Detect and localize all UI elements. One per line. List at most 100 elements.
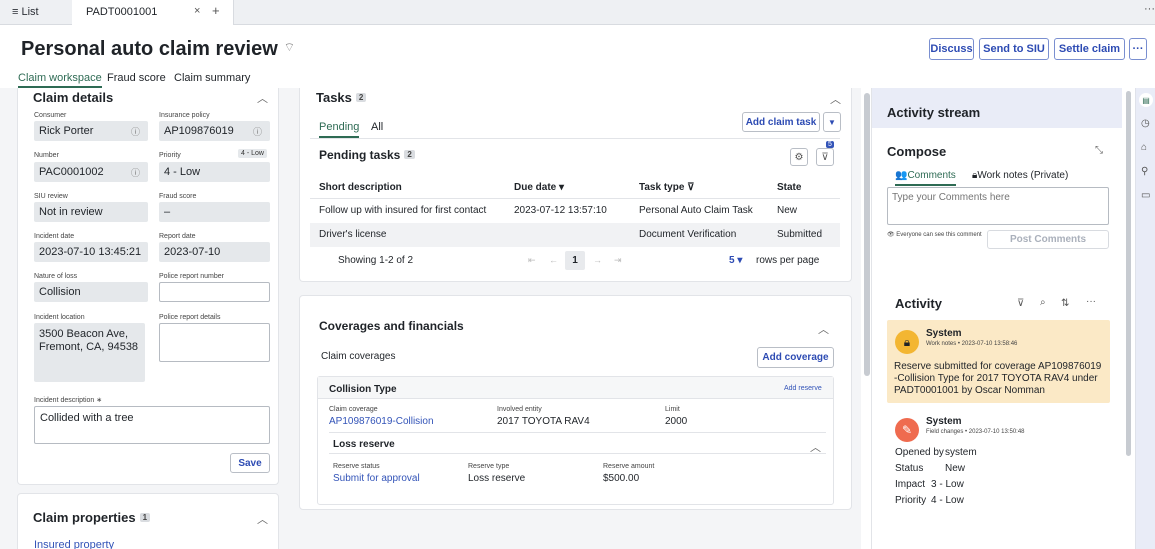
tag-icon[interactable]: ⌔ bbox=[284, 40, 295, 54]
table-row[interactable]: Driver's license Document Verification S… bbox=[310, 223, 840, 247]
tab-comments[interactable]: 👥Comments bbox=[895, 170, 956, 186]
reserve-amount-label: Reserve amount bbox=[603, 463, 655, 470]
column-task-type[interactable]: Task type ⊽ bbox=[639, 182, 695, 193]
header-more-button[interactable]: ··· bbox=[1129, 38, 1147, 60]
add-task-dropdown-icon[interactable]: ▼ bbox=[823, 112, 841, 132]
fraud-field[interactable]: – bbox=[159, 202, 270, 222]
table-row[interactable]: Follow up with insured for first contact… bbox=[310, 199, 840, 223]
policy-label: Insurance policy bbox=[159, 112, 210, 119]
activity-scrollbar[interactable] bbox=[1126, 91, 1131, 456]
tab-claim-summary[interactable]: Claim summary bbox=[174, 72, 250, 84]
more-icon[interactable]: ··· bbox=[1086, 296, 1096, 307]
side-rail: ▤ ◷ ⌂ ⚲ ▭ bbox=[1135, 88, 1155, 549]
task-description-link[interactable]: Driver's license bbox=[319, 229, 386, 240]
clock-rail-icon[interactable]: ◷ bbox=[1141, 118, 1150, 129]
siu-field[interactable]: Not in review bbox=[34, 202, 148, 222]
rows-per-page-label: rows per page bbox=[756, 255, 820, 266]
settle-claim-button[interactable]: Settle claim bbox=[1054, 38, 1125, 60]
task-type: Personal Auto Claim Task bbox=[639, 205, 753, 216]
add-coverage-button[interactable]: Add coverage bbox=[757, 347, 834, 368]
insured-property-link[interactable]: Insured property bbox=[34, 539, 114, 549]
attachment-rail-icon[interactable]: ⚲ bbox=[1141, 166, 1148, 177]
activity-title: Activity bbox=[895, 296, 942, 311]
nature-field[interactable]: Collision bbox=[34, 282, 148, 302]
comments-textarea[interactable] bbox=[887, 187, 1109, 225]
incident-date-field[interactable]: 2023-07-10 13:45:21 bbox=[34, 242, 148, 262]
collapse-chevron-icon[interactable]: ︿ bbox=[830, 91, 841, 107]
pending-tasks-count: 2 bbox=[404, 150, 415, 159]
record-tab[interactable]: PADT0001001 × + bbox=[72, 0, 234, 25]
reserve-status-link[interactable]: Submit for approval bbox=[333, 473, 420, 484]
previous-page-icon[interactable]: ← bbox=[549, 255, 558, 265]
reserve-status-label: Reserve status bbox=[333, 463, 380, 470]
add-reserve-link[interactable]: Add reserve bbox=[784, 385, 822, 392]
tab-pending[interactable]: Pending bbox=[319, 121, 360, 138]
filter-icon[interactable]: ⊽ bbox=[1017, 298, 1024, 309]
middle-scrollbar[interactable] bbox=[864, 93, 870, 376]
collapse-chevron-icon[interactable]: ︿ bbox=[257, 511, 268, 527]
column-state[interactable]: State bbox=[777, 182, 801, 193]
description-label: Incident description ∗ bbox=[34, 397, 103, 404]
limit-value: 2000 bbox=[665, 416, 688, 427]
reserve-type-value: Loss reserve bbox=[468, 473, 526, 484]
collapse-chevron-icon[interactable]: ︿ bbox=[257, 90, 268, 106]
document-rail-icon[interactable]: ▭ bbox=[1141, 190, 1150, 201]
number-field[interactable]: PAC0001002 ⓘ bbox=[34, 162, 148, 182]
first-page-icon[interactable]: ⇤ bbox=[528, 255, 536, 266]
info-icon[interactable]: ⓘ bbox=[131, 166, 140, 179]
claim-details-title: Claim details bbox=[33, 90, 114, 105]
column-short-description[interactable]: Short description bbox=[319, 182, 402, 193]
visibility-note-text: Everyone can see this comment bbox=[896, 232, 982, 238]
send-to-siu-button[interactable]: Send to SIU bbox=[979, 38, 1049, 60]
rows-per-page-select[interactable]: 5 ▾ bbox=[729, 255, 742, 266]
discuss-button[interactable]: Discuss bbox=[929, 38, 974, 60]
location-field[interactable]: 3500 Beacon Ave, Fremont, CA, 94538 bbox=[34, 323, 145, 382]
tab-fraud-score[interactable]: Fraud score bbox=[107, 72, 166, 84]
description-textarea[interactable]: Collided with a tree bbox=[34, 406, 270, 444]
field-name: Status bbox=[895, 463, 924, 474]
add-claim-task-button[interactable]: Add claim task bbox=[742, 112, 820, 132]
pagination-summary: Showing 1-2 of 2 bbox=[338, 255, 414, 266]
sort-icon[interactable]: ⇅ bbox=[1061, 298, 1069, 309]
task-state: New bbox=[777, 205, 798, 216]
coverage-type: Collision Type bbox=[329, 384, 397, 395]
tab-claim-workspace[interactable]: Claim workspace bbox=[18, 72, 102, 88]
report-date-field[interactable]: 2023-07-10 bbox=[159, 242, 270, 262]
police-details-textarea[interactable] bbox=[159, 323, 270, 362]
collapse-compose-icon[interactable]: ⤡ bbox=[1095, 145, 1103, 156]
search-icon[interactable]: ⌕ bbox=[1040, 297, 1046, 308]
activity-meta: Work notes • 2023-07-10 13:58:46 bbox=[926, 341, 1018, 347]
claim-properties-count: 1 bbox=[139, 513, 151, 522]
claim-coverage-link[interactable]: AP109876019-Collision bbox=[329, 416, 434, 427]
close-icon[interactable]: × bbox=[194, 5, 200, 17]
column-due-date[interactable]: Due date ▾ bbox=[514, 182, 564, 193]
next-page-icon[interactable]: → bbox=[593, 255, 602, 265]
consumer-label: Consumer bbox=[34, 112, 67, 119]
policy-field[interactable]: AP109876019 ⓘ bbox=[159, 121, 270, 141]
pending-tasks-title: Pending tasks 2 bbox=[319, 148, 415, 162]
police-number-input[interactable] bbox=[159, 282, 270, 302]
tab-work-notes[interactable]: 🔒︎Work notes (Private) bbox=[972, 170, 1068, 181]
filter-icon[interactable]: ⊽ bbox=[816, 148, 834, 166]
graduation-rail-icon[interactable]: ⌂ bbox=[1141, 142, 1147, 153]
edit-avatar-icon: ✎ bbox=[895, 418, 919, 442]
post-comments-button[interactable]: Post Comments bbox=[987, 230, 1109, 249]
tab-all[interactable]: All bbox=[371, 121, 383, 133]
tasks-panel: Tasks 2 ︿ Pending All Add claim task ▼ Pe… bbox=[299, 88, 852, 282]
task-description-link[interactable]: Follow up with insured for first contact bbox=[319, 205, 486, 216]
settings-gear-icon[interactable]: ⚙ bbox=[790, 148, 808, 166]
info-icon[interactable]: ⓘ bbox=[131, 125, 140, 138]
info-icon[interactable]: ⓘ bbox=[253, 125, 262, 138]
current-page[interactable]: 1 bbox=[565, 251, 585, 270]
last-page-icon[interactable]: ⇥ bbox=[614, 255, 622, 266]
list-button[interactable]: ≡ List bbox=[12, 6, 39, 18]
priority-label: Priority bbox=[159, 152, 181, 159]
save-button[interactable]: Save bbox=[230, 453, 270, 473]
priority-field[interactable]: 4 - Low 4 - Low bbox=[159, 149, 270, 182]
new-tab-icon[interactable]: + bbox=[212, 3, 220, 18]
activity-rail-icon[interactable]: ▤ bbox=[1139, 93, 1153, 107]
consumer-field[interactable]: Rick Porter ⓘ bbox=[34, 121, 148, 141]
claim-details-panel: Claim details ︿ Consumer Rick Porter ⓘ In… bbox=[17, 88, 279, 485]
more-options-icon[interactable]: ··· bbox=[1144, 3, 1155, 15]
collapse-chevron-icon[interactable]: ︿ bbox=[818, 321, 829, 337]
